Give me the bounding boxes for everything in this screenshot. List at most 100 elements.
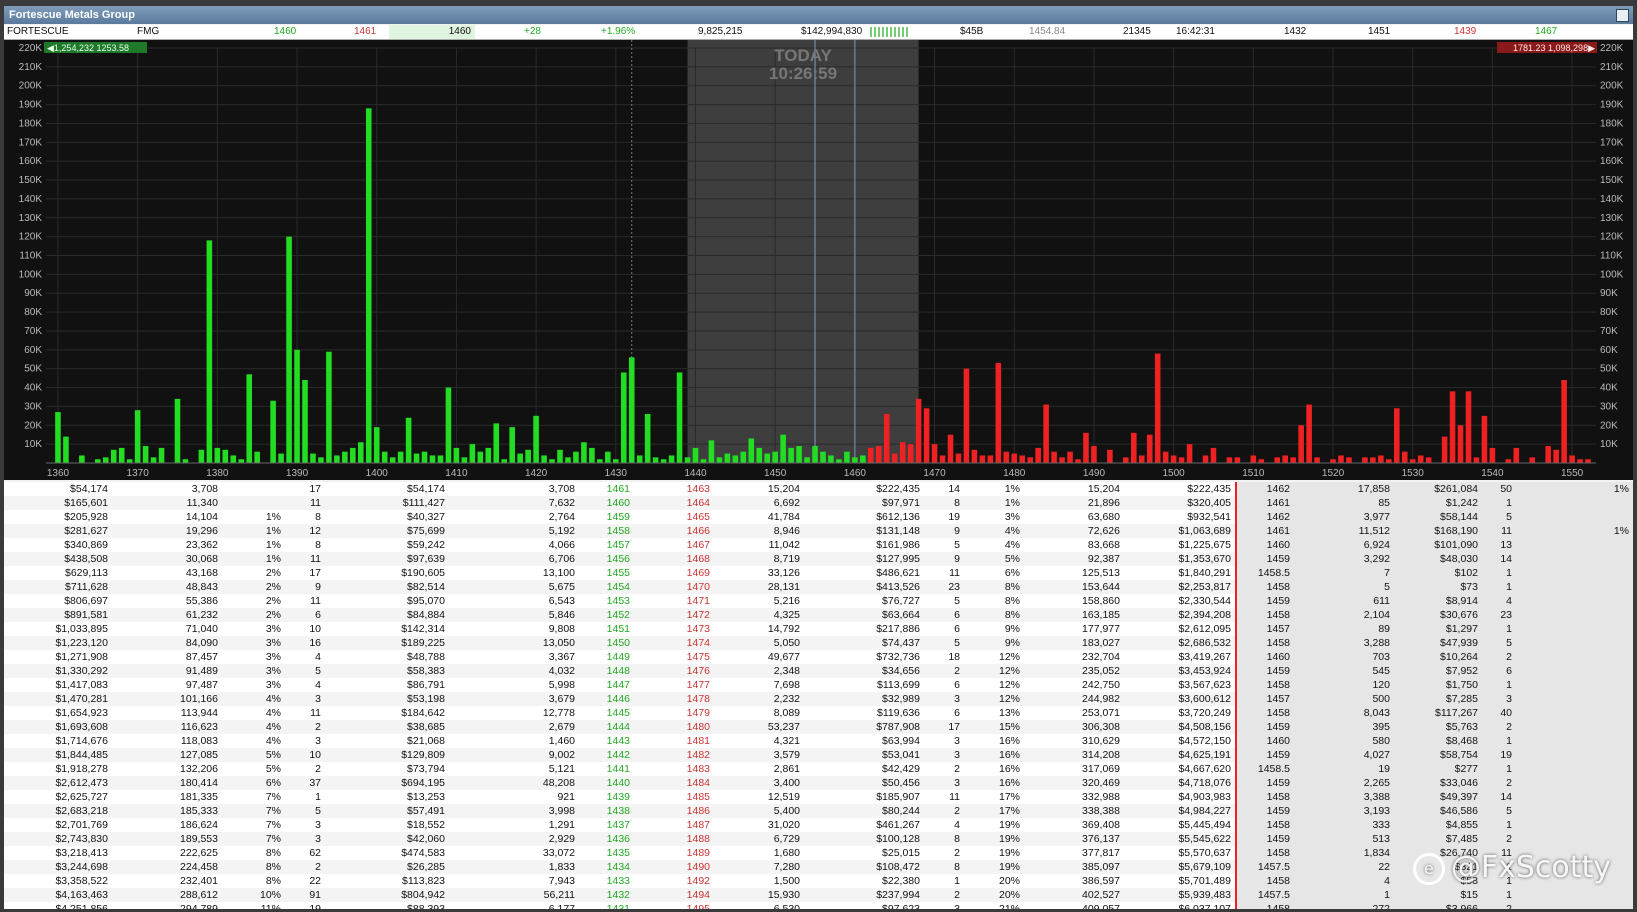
table-cell: 1457 (579, 538, 634, 552)
window-restore-button[interactable] (1616, 9, 1629, 22)
buy-volume-bar (676, 372, 683, 463)
buy-volume-bar (764, 453, 770, 463)
sell-volume-bar (1370, 457, 1376, 463)
table-cell: 12% (964, 692, 1024, 706)
table-cell: 8% (964, 594, 1024, 608)
table-row[interactable]: $3,218,413 222,625 8% 62 $474,583 33,072 1435 1… (4, 846, 1633, 860)
table-row[interactable]: $1,844,485 127,085 5% 10 $129,809 9,002 1442 14… (4, 748, 1633, 762)
sell-volume-bar (1178, 457, 1185, 463)
table-row[interactable]: $3,244,698 224,458 8% 2 $26,285 1,833 1434 1490… (4, 860, 1633, 874)
table-row[interactable]: $1,417,083 97,487 3% 4 $86,791 5,998 1447 1477 7… (4, 678, 1633, 692)
table-cell: 177,977 (1024, 622, 1124, 636)
buy-volume-bar (95, 459, 101, 463)
table-cell: 16% (964, 776, 1024, 790)
table-row[interactable]: $438,508 30,068 1% 11 $97,639 6,706 1456 1468 8,… (4, 552, 1633, 566)
table-cell: 4% (222, 734, 285, 748)
buy-volume-bar (493, 423, 500, 463)
table-cell: $1,750 (1394, 678, 1482, 692)
buy-volume-bar (509, 427, 515, 463)
table-cell: $38,685 (325, 720, 449, 734)
buy-volume-bar (636, 455, 643, 463)
table-row[interactable]: $1,271,908 87,457 3% 4 $48,788 3,367 1449 1475 4… (4, 650, 1633, 664)
table-cell: 1495 (634, 902, 714, 909)
table-row[interactable]: $1,654,923 113,944 4% 11 $184,642 12,778 1445 1… (4, 706, 1633, 720)
buy-volume-bar (477, 451, 484, 463)
buy-volume-bar (286, 236, 292, 463)
sell-volume-bar (1146, 434, 1153, 463)
table-cell: 1% (1516, 482, 1633, 496)
table-cell: 127,085 (112, 748, 222, 762)
table-cell: 1490 (634, 860, 714, 874)
table-cell: 183,027 (1024, 636, 1124, 650)
table-cell: 22 (1294, 860, 1394, 874)
buy-volume-bar (55, 412, 61, 463)
table-row[interactable]: $711,628 48,843 2% 9 $82,514 5,675 1454 1470 28,… (4, 580, 1633, 594)
table-row[interactable]: $1,330,292 91,489 3% 5 $58,383 4,032 1448 1476 2… (4, 664, 1633, 678)
table-cell: 1 (1482, 566, 1516, 580)
table-row[interactable]: $1,033,895 71,040 3% 10 $142,314 9,808 1451 147… (4, 622, 1633, 636)
table-cell: 5 (285, 804, 325, 818)
table-row[interactable]: $4,251,856 294,789 11% 19 $88,393 6,177 1431 14… (4, 902, 1633, 909)
table-row[interactable]: $205,928 14,104 1% 8 $40,327 2,764 1459 1465 41,… (4, 510, 1633, 524)
table-cell (1516, 720, 1633, 734)
buy-volume-bar (533, 415, 539, 463)
table-cell: $1,353,670 (1124, 552, 1237, 566)
table-row[interactable]: $2,701,769 186,624 7% 3 $18,552 1,291 1437 1487… (4, 818, 1633, 832)
table-cell: 1458 (1235, 580, 1294, 594)
table-cell: $1,063,689 (1124, 524, 1237, 538)
table-cell: 395 (1294, 720, 1394, 734)
table-row[interactable]: $2,612,473 180,414 6% 37 $694,195 48,208 1440 1… (4, 776, 1633, 790)
table-row[interactable]: $2,625,727 181,335 7% 1 $13,253 921 1439 1485 12… (4, 790, 1633, 804)
table-cell: 33,072 (449, 846, 579, 860)
volume-at-price-chart[interactable]: 10K 10K 20K 20K 30K 30K 40K 40K 50K 50K 60K 60K 70K 7… (4, 40, 1633, 480)
buy-volume-bar (63, 436, 69, 463)
sell-volume-bar (1489, 447, 1496, 463)
table-cell: 3 (924, 902, 964, 909)
table-row[interactable]: $806,697 55,386 2% 11 $95,070 6,543 1453 1471 5,… (4, 594, 1633, 608)
table-cell: $1,271,908 (4, 650, 112, 664)
table-cell: 8 (924, 496, 964, 510)
table-row[interactable]: $4,163,463 288,612 10% 91 $804,942 56,211 1432… (4, 888, 1633, 902)
y-tick-label-left: 220K (19, 43, 43, 54)
table-row[interactable]: $3,358,522 232,401 8% 22 $113,823 7,943 1433 14… (4, 874, 1633, 888)
table-row[interactable]: $1,470,281 101,166 4% 3 $53,198 3,679 1446 1478… (4, 692, 1633, 706)
table-row[interactable]: $629,113 43,168 2% 17 $190,605 13,100 1455 1469… (4, 566, 1633, 580)
buy-volume-bar (365, 108, 372, 463)
table-cell: $486,621 (804, 566, 924, 580)
table-cell: 332,988 (1024, 790, 1124, 804)
table-cell: 11 (924, 790, 964, 804)
table-cell: 1462 (1235, 510, 1294, 524)
y-tick-label-right: 130K (1600, 213, 1624, 224)
table-row[interactable]: $1,714,676 118,083 4% 3 $21,068 1,460 1443 1481… (4, 734, 1633, 748)
table-cell: 8 (924, 860, 964, 874)
table-cell: 13 (1482, 538, 1516, 552)
table-cell: 232,704 (1024, 650, 1124, 664)
table-cell: 333 (1294, 818, 1394, 832)
table-row[interactable]: $891,581 61,232 2% 6 $84,884 5,846 1452 1472 4,3… (4, 608, 1633, 622)
table-row[interactable]: $1,223,120 84,090 3% 16 $189,225 13,050 1450 14… (4, 636, 1633, 650)
buy-volume-bar (357, 442, 364, 463)
table-row[interactable]: $1,918,278 132,206 5% 2 $73,794 5,121 1441 1483… (4, 762, 1633, 776)
y-tick-label-right: 30K (1600, 401, 1618, 412)
table-cell: 6,692 (714, 496, 804, 510)
table-cell: 8,719 (714, 552, 804, 566)
y-tick-label-left: 130K (19, 213, 43, 224)
table-cell: 17% (964, 790, 1024, 804)
buy-volume-bar (126, 459, 133, 463)
table-cell: 2 (285, 860, 325, 874)
table-cell: 14,792 (714, 622, 804, 636)
table-cell: $117,267 (1394, 706, 1482, 720)
table-row[interactable]: $2,743,830 189,553 7% 3 $42,060 2,929 1436 1488… (4, 832, 1633, 846)
table-row[interactable]: $281,627 19,296 1% 12 $75,699 5,192 1458 1466 8,… (4, 524, 1633, 538)
table-cell: 23 (1482, 608, 1516, 622)
table-cell: 2,265 (1294, 776, 1394, 790)
table-cell: 5 (1482, 636, 1516, 650)
table-cell: 1449 (579, 650, 634, 664)
table-row[interactable]: $1,693,608 116,623 4% 2 $38,685 2,679 1444 1480… (4, 720, 1633, 734)
table-row[interactable]: $340,869 23,362 1% 8 $59,242 4,066 1457 1467 11,… (4, 538, 1633, 552)
table-row[interactable]: $165,601 11,340 11 $111,427 7,632 1460 1464 6,6… (4, 496, 1633, 510)
table-row[interactable]: $2,683,218 185,333 7% 5 $57,491 3,998 1438 1486… (4, 804, 1633, 818)
buy-volume-bar (724, 453, 731, 463)
table-cell: 5,846 (449, 608, 579, 622)
table-row[interactable]: $54,174 3,708 17 $54,174 3,708 1461 1463 15,204… (4, 482, 1633, 496)
